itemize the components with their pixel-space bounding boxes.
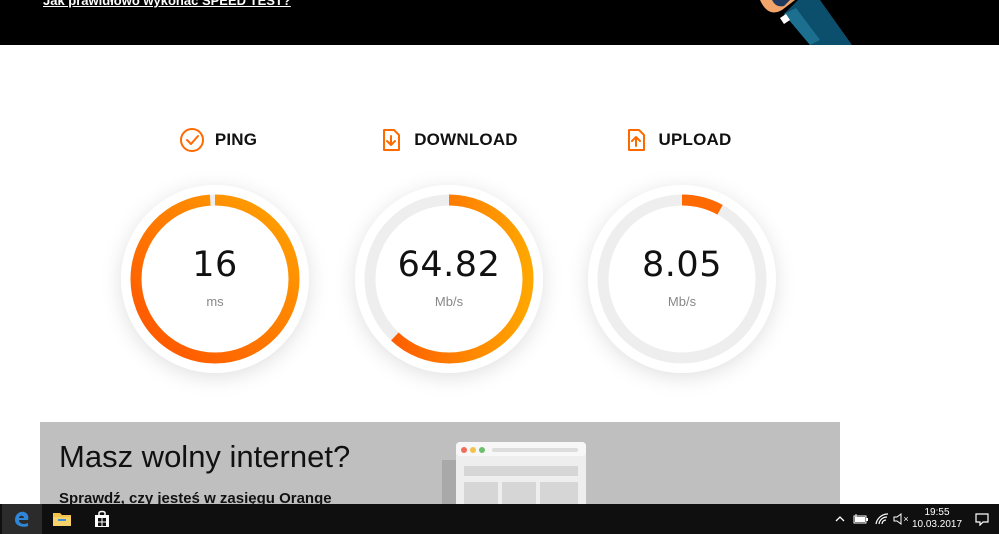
clock-icon <box>179 128 204 152</box>
metric-upload: UPLOAD 8.05 Mb/s <box>562 127 792 397</box>
hand-illustration <box>760 0 852 45</box>
metric-title: PING <box>214 130 258 149</box>
file-explorer-icon[interactable] <box>42 504 82 534</box>
volume-muted-mark: × <box>903 514 909 524</box>
top-banner: Jak prawidłowo wykonać SPEED TEST? <box>0 0 999 45</box>
upload-gauge: 8.05 Mb/s <box>584 181 780 377</box>
ping-unit: ms <box>206 294 224 309</box>
download-icon <box>383 129 401 151</box>
store-icon[interactable] <box>82 504 122 534</box>
metric-header: UPLOAD <box>562 127 792 153</box>
metric-download: DOWNLOAD 64.82 Mb/s <box>333 127 563 397</box>
windows-taskbar: × 19:55 10.03.2017 <box>0 504 999 534</box>
volume-muted-icon[interactable]: × <box>892 504 910 534</box>
browser-window-illustration <box>442 442 586 504</box>
metric-header: DOWNLOAD <box>333 127 563 153</box>
upload-unit: Mb/s <box>667 294 697 309</box>
battery-icon[interactable] <box>851 504 871 534</box>
download-gauge: 64.82 Mb/s <box>351 181 547 377</box>
upload-value: 8.05 <box>642 245 722 285</box>
download-unit: Mb/s <box>434 294 464 309</box>
speed-test-help-link[interactable]: Jak prawidłowo wykonać SPEED TEST? <box>43 0 291 8</box>
upload-icon <box>627 129 645 151</box>
edge-icon[interactable] <box>2 504 42 534</box>
ping-value: 16 <box>192 245 238 285</box>
system-clock[interactable]: 19:55 10.03.2017 <box>910 507 964 531</box>
promo-subtitle: Sprawdź, czy jesteś w zasięgu Orange <box>59 490 332 504</box>
chevron-up-icon[interactable] <box>832 504 848 534</box>
ping-gauge: 16 ms <box>117 181 313 377</box>
promo-banner: Masz wolny internet? Sprawdź, czy jesteś… <box>40 422 840 504</box>
clock-date: 10.03.2017 <box>911 519 963 530</box>
clock-time: 19:55 <box>924 507 950 518</box>
notifications-icon[interactable] <box>971 504 993 534</box>
metric-title: UPLOAD <box>658 130 732 149</box>
promo-title: Masz wolny internet? <box>59 439 351 474</box>
metric-ping: PING 16 ms <box>103 127 333 397</box>
download-value: 64.82 <box>397 245 501 285</box>
metric-title: DOWNLOAD <box>414 130 518 149</box>
metric-header: PING <box>103 127 333 153</box>
wifi-icon[interactable] <box>873 504 891 534</box>
